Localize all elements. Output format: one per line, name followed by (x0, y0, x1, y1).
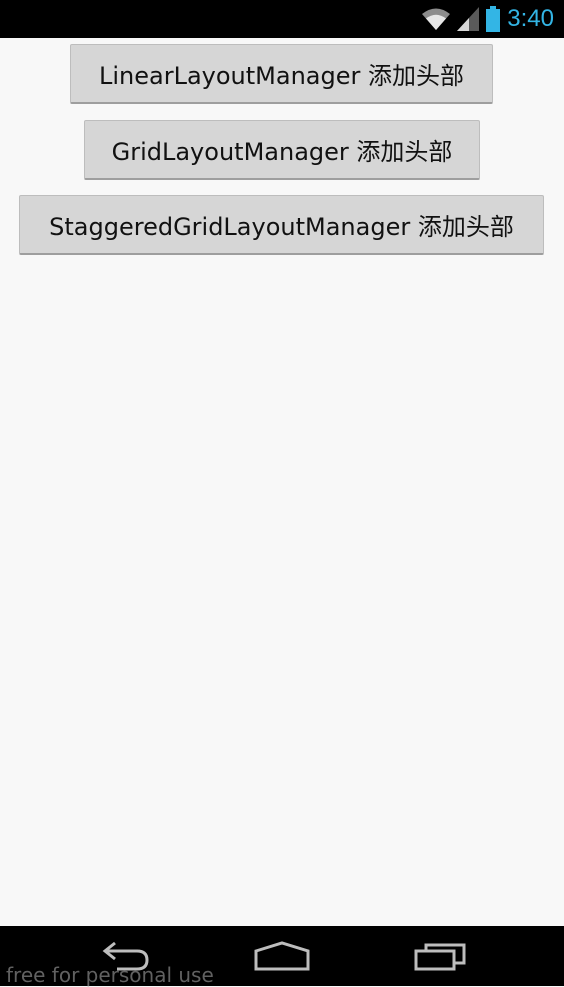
battery-icon (485, 6, 501, 32)
main-content: LinearLayoutManager 添加头部 GridLayoutManag… (0, 38, 564, 926)
recents-icon (410, 939, 470, 973)
status-icons: 3:40 (421, 0, 554, 38)
navigation-bar: free for personal use (0, 926, 564, 986)
grid-layout-header-button[interactable]: GridLayoutManager 添加头部 (84, 120, 480, 180)
signal-icon (457, 7, 480, 31)
staggered-grid-layout-header-button[interactable]: StaggeredGridLayoutManager 添加头部 (19, 195, 544, 255)
clock: 3:40 (507, 5, 554, 32)
home-icon (252, 939, 312, 973)
wifi-icon (421, 7, 451, 31)
home-button[interactable] (237, 926, 327, 986)
watermark-text: free for personal use (6, 963, 214, 987)
linear-layout-header-button[interactable]: LinearLayoutManager 添加头部 (70, 44, 493, 104)
recents-button[interactable] (395, 926, 485, 986)
status-bar: 3:40 (0, 0, 564, 38)
